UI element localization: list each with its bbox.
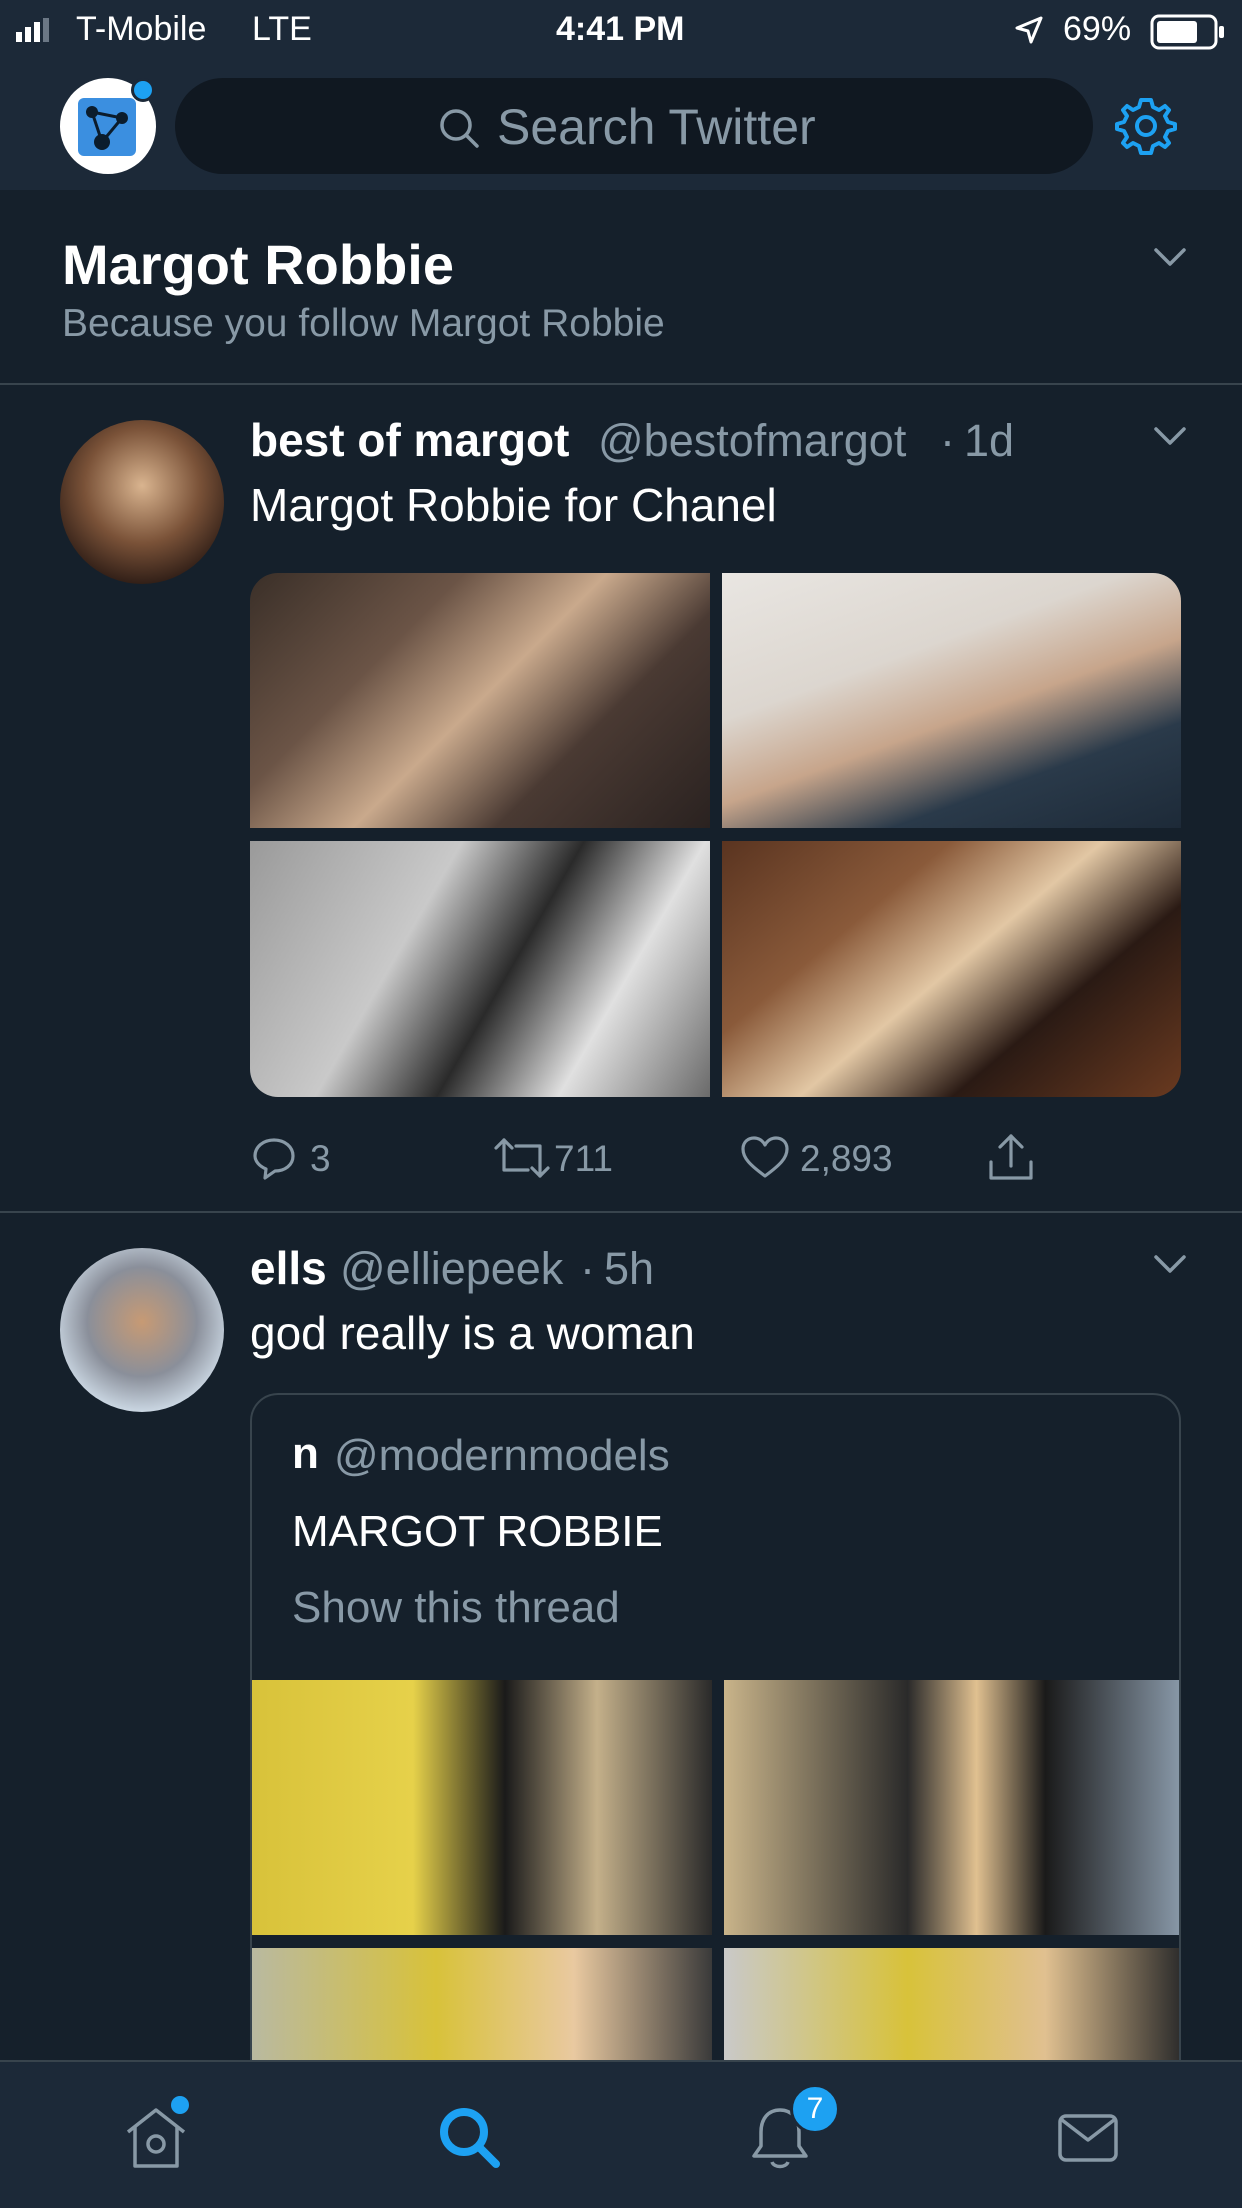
home-new-dot [171,2096,189,2114]
tweet[interactable]: best of margot @bestofmargot · 1d Margot… [0,385,1242,1211]
status-bar: T-Mobile LTE 4:41 PM 69% [0,0,1242,62]
retweet-icon[interactable] [492,1134,552,1182]
tweet-timestamp: 1d [964,415,1015,466]
media-photo[interactable] [250,573,710,828]
signal-icon [16,18,49,42]
tweet-timestamp: 5h [604,1243,655,1294]
tweet-author-name[interactable]: best of margot [250,413,569,467]
avatar[interactable] [60,420,224,584]
search-tab-icon[interactable] [434,2102,506,2174]
network-label: LTE [252,10,312,48]
quoted-tweet-text: MARGOT ROBBIE [292,1507,663,1556]
bottom-tab-bar: 7 [0,2060,1242,2208]
tweet-separator: · [580,1243,595,1294]
reply-icon[interactable] [250,1134,298,1182]
like-heart-icon[interactable] [740,1134,790,1182]
tweet-actions: 3 711 2,893 [250,1132,1130,1192]
tweet-author-name[interactable]: ells [250,1241,327,1295]
share-icon[interactable] [986,1132,1036,1184]
tweet-menu-chevron-icon[interactable] [1150,1249,1190,1277]
topic-title: Margot Robbie [62,233,454,296]
media-photo[interactable] [724,1680,1179,1935]
search-placeholder: Search Twitter [497,99,816,155]
tweet-menu-chevron-icon[interactable] [1150,421,1190,449]
quoted-tweet-card[interactable]: n @modernmodels MARGOT ROBBIE Show this … [250,1393,1181,2060]
quoted-author-name: n [292,1429,319,1478]
battery-percent: 69% [1063,10,1132,48]
tweet-separator: · [940,415,955,466]
media-photo[interactable] [250,841,710,1097]
retweet-count: 711 [554,1138,613,1179]
profile-notification-dot [131,78,155,102]
settings-gear-icon[interactable] [1114,94,1178,158]
tweet-text: Margot Robbie for Chanel [250,479,777,531]
notifications-badge: 7 [790,2084,840,2134]
tweet-text: god really is a woman [250,1307,695,1359]
messages-envelope-icon[interactable] [1052,2102,1124,2174]
search-bar[interactable]: Search Twitter [175,78,1093,174]
tweet[interactable]: ells @elliepeek · 5h god really is a wom… [0,1213,1242,2060]
search-icon [440,109,479,148]
reply-count: 3 [310,1138,331,1179]
battery-icon [1150,14,1224,50]
tweet-author-handle[interactable]: @elliepeek [340,1243,563,1295]
carrier-label: T-Mobile [76,10,207,48]
media-photo[interactable] [722,841,1181,1097]
show-thread-link[interactable]: Show this thread [292,1583,620,1633]
topic-subtitle: Because you follow Margot Robbie [62,302,665,345]
avatar[interactable] [60,1248,224,1412]
like-count: 2,893 [800,1138,893,1179]
location-arrow-icon [1015,16,1043,44]
media-photo[interactable] [252,1948,712,2060]
quoted-author-handle: @modernmodels [334,1431,670,1480]
media-grid [250,573,1181,1097]
clock: 4:41 PM [556,10,685,48]
tweet-author-handle[interactable]: @bestofmargot [598,415,906,467]
media-photo[interactable] [252,1680,712,1935]
media-photo[interactable] [724,1948,1179,2060]
media-photo[interactable] [722,573,1181,828]
chevron-down-icon[interactable] [1150,242,1190,270]
